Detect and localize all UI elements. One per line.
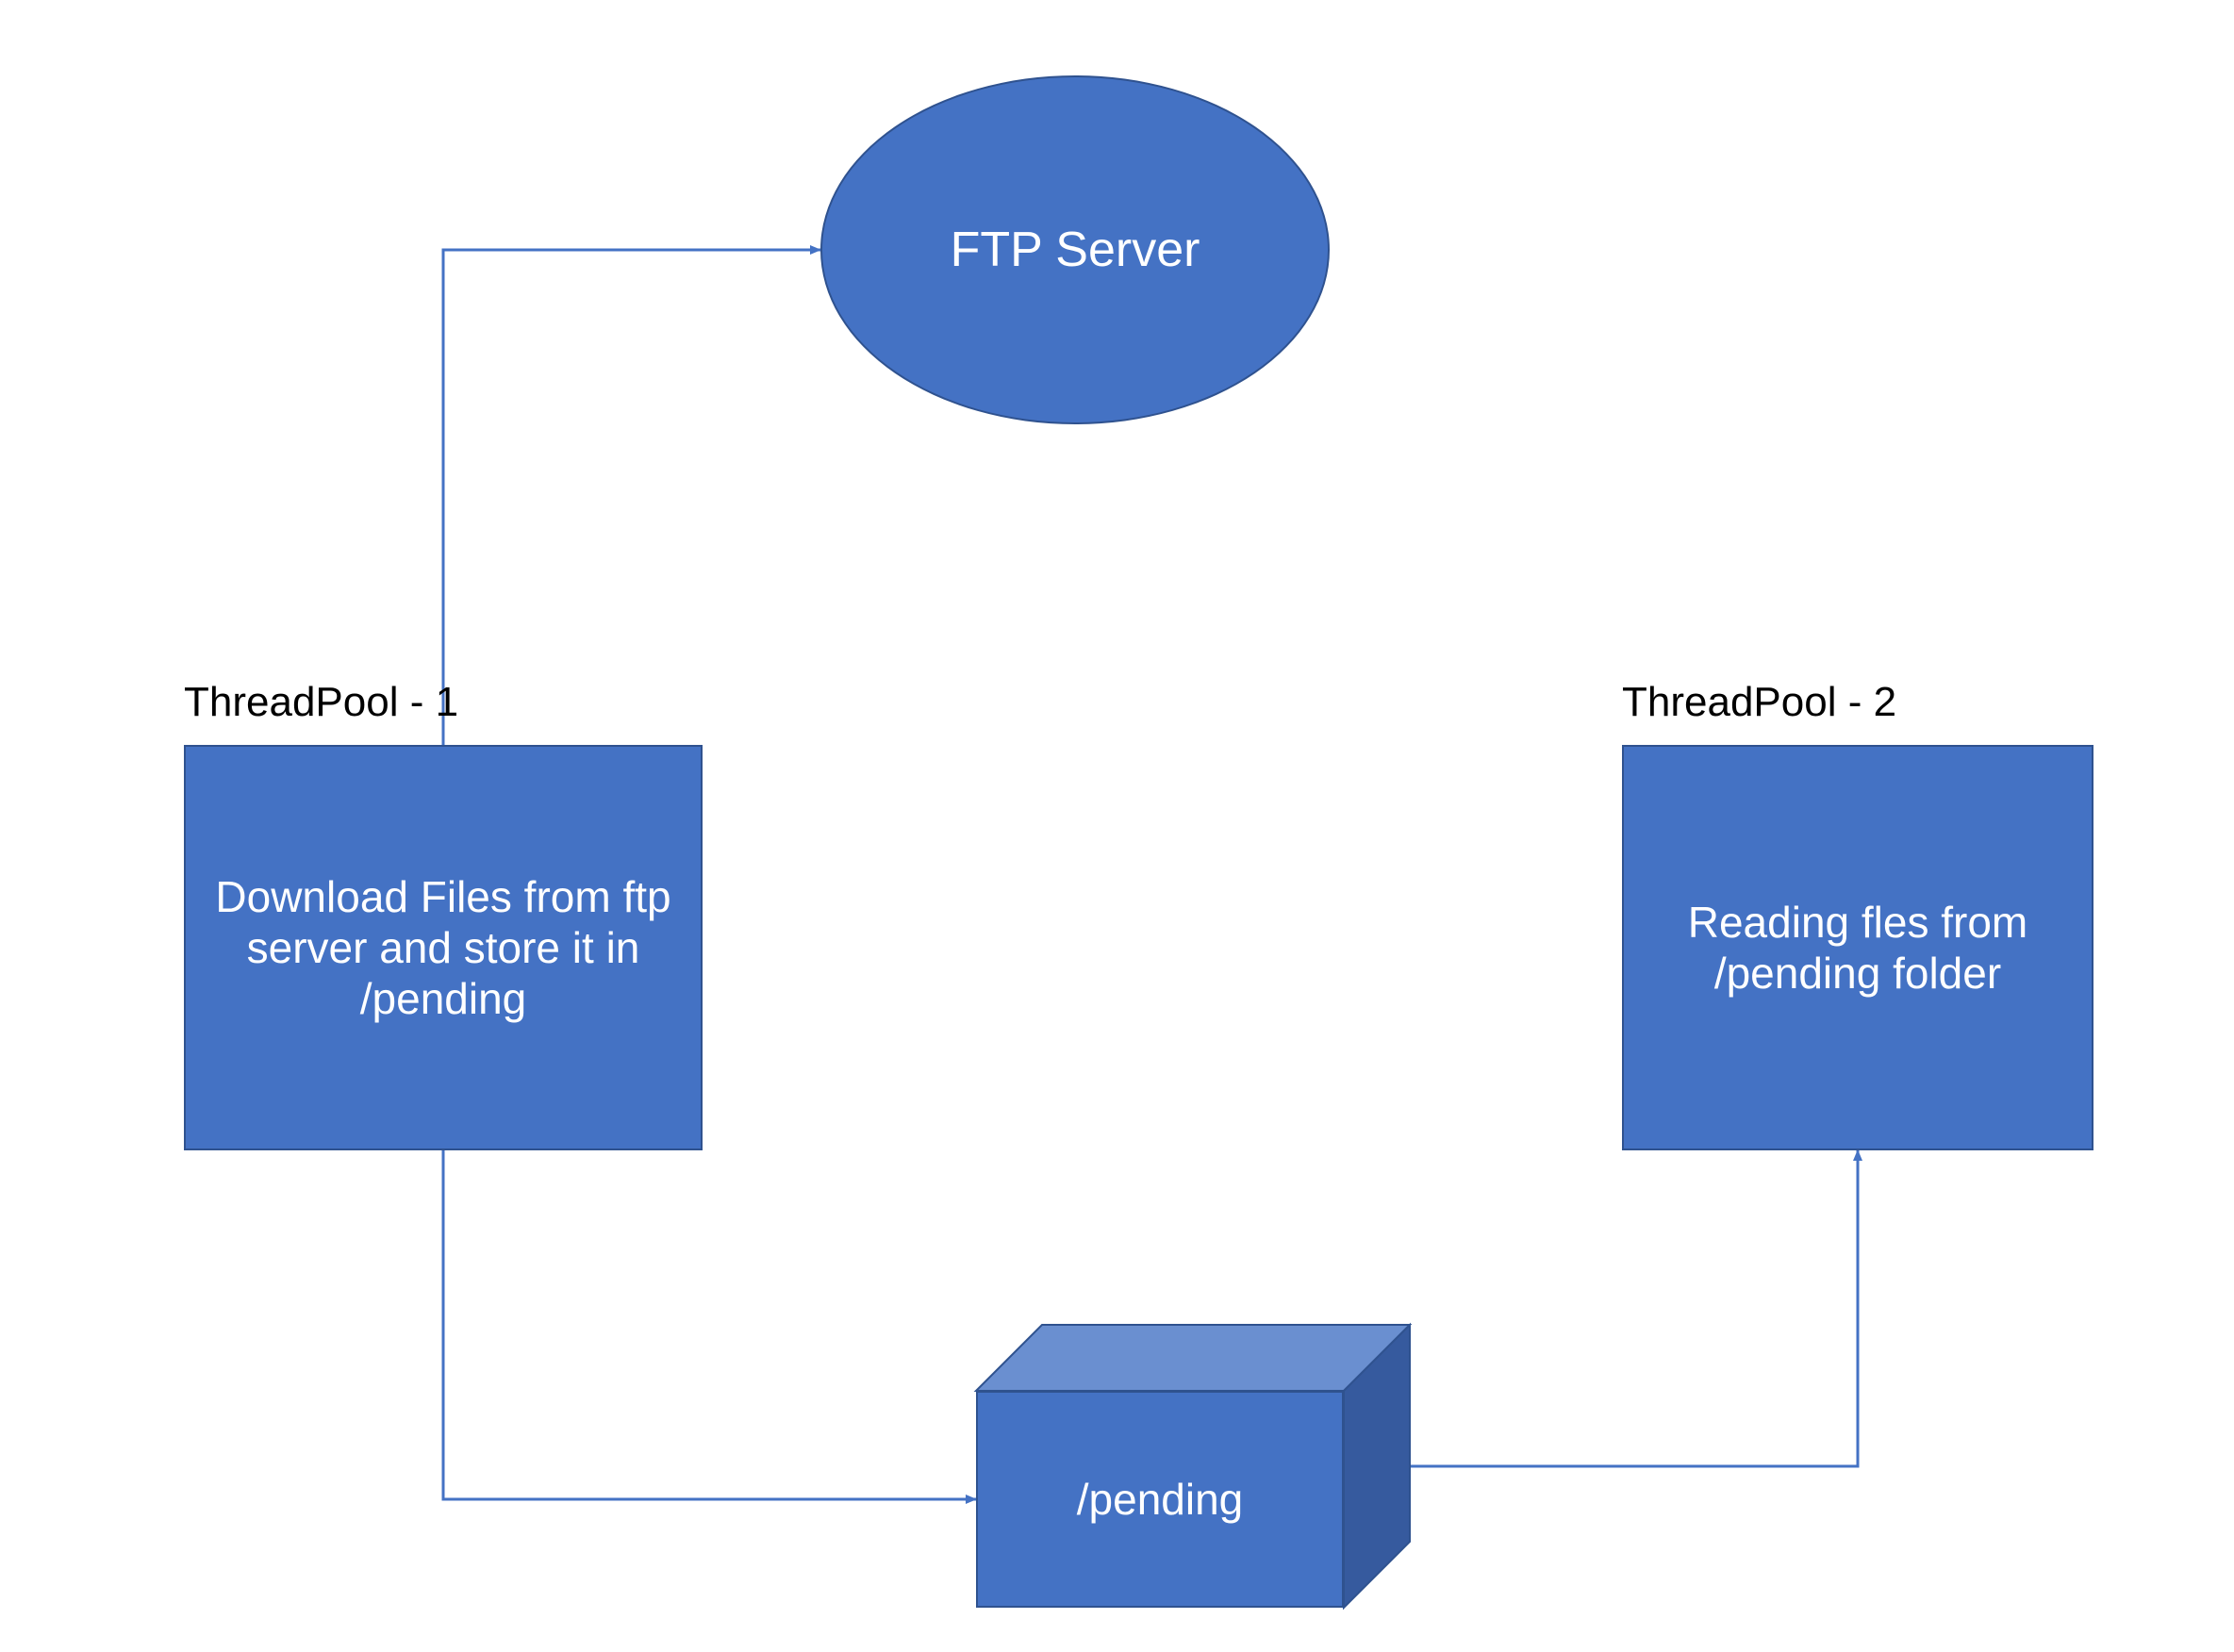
threadpool-2-body: Reading fles from /pending folder [1643,897,2073,999]
pending-folder-node: /pending [976,1325,1410,1608]
threadpool-2-caption: ThreadPool - 2 [1622,679,1896,726]
diagram-canvas: FTP Server ThreadPool - 1 Download Files… [0,0,2234,1652]
arrow-tp1-to-pending [443,1150,976,1499]
pending-folder-label: /pending [1077,1474,1244,1525]
threadpool-1-caption: ThreadPool - 1 [184,679,458,726]
cube-front-face: /pending [976,1391,1344,1608]
threadpool-1-box: Download Files from ftp server and store… [184,745,703,1150]
ftp-server-node: FTP Server [820,75,1330,424]
cube-side-face [1344,1325,1412,1608]
arrow-tp1-to-ftp [443,250,820,745]
ftp-server-label: FTP Server [951,222,1200,278]
arrow-pending-to-tp2 [1410,1150,1858,1466]
threadpool-2-box: Reading fles from /pending folder [1622,745,2093,1150]
threadpool-1-body: Download Files from ftp server and store… [205,871,682,1024]
